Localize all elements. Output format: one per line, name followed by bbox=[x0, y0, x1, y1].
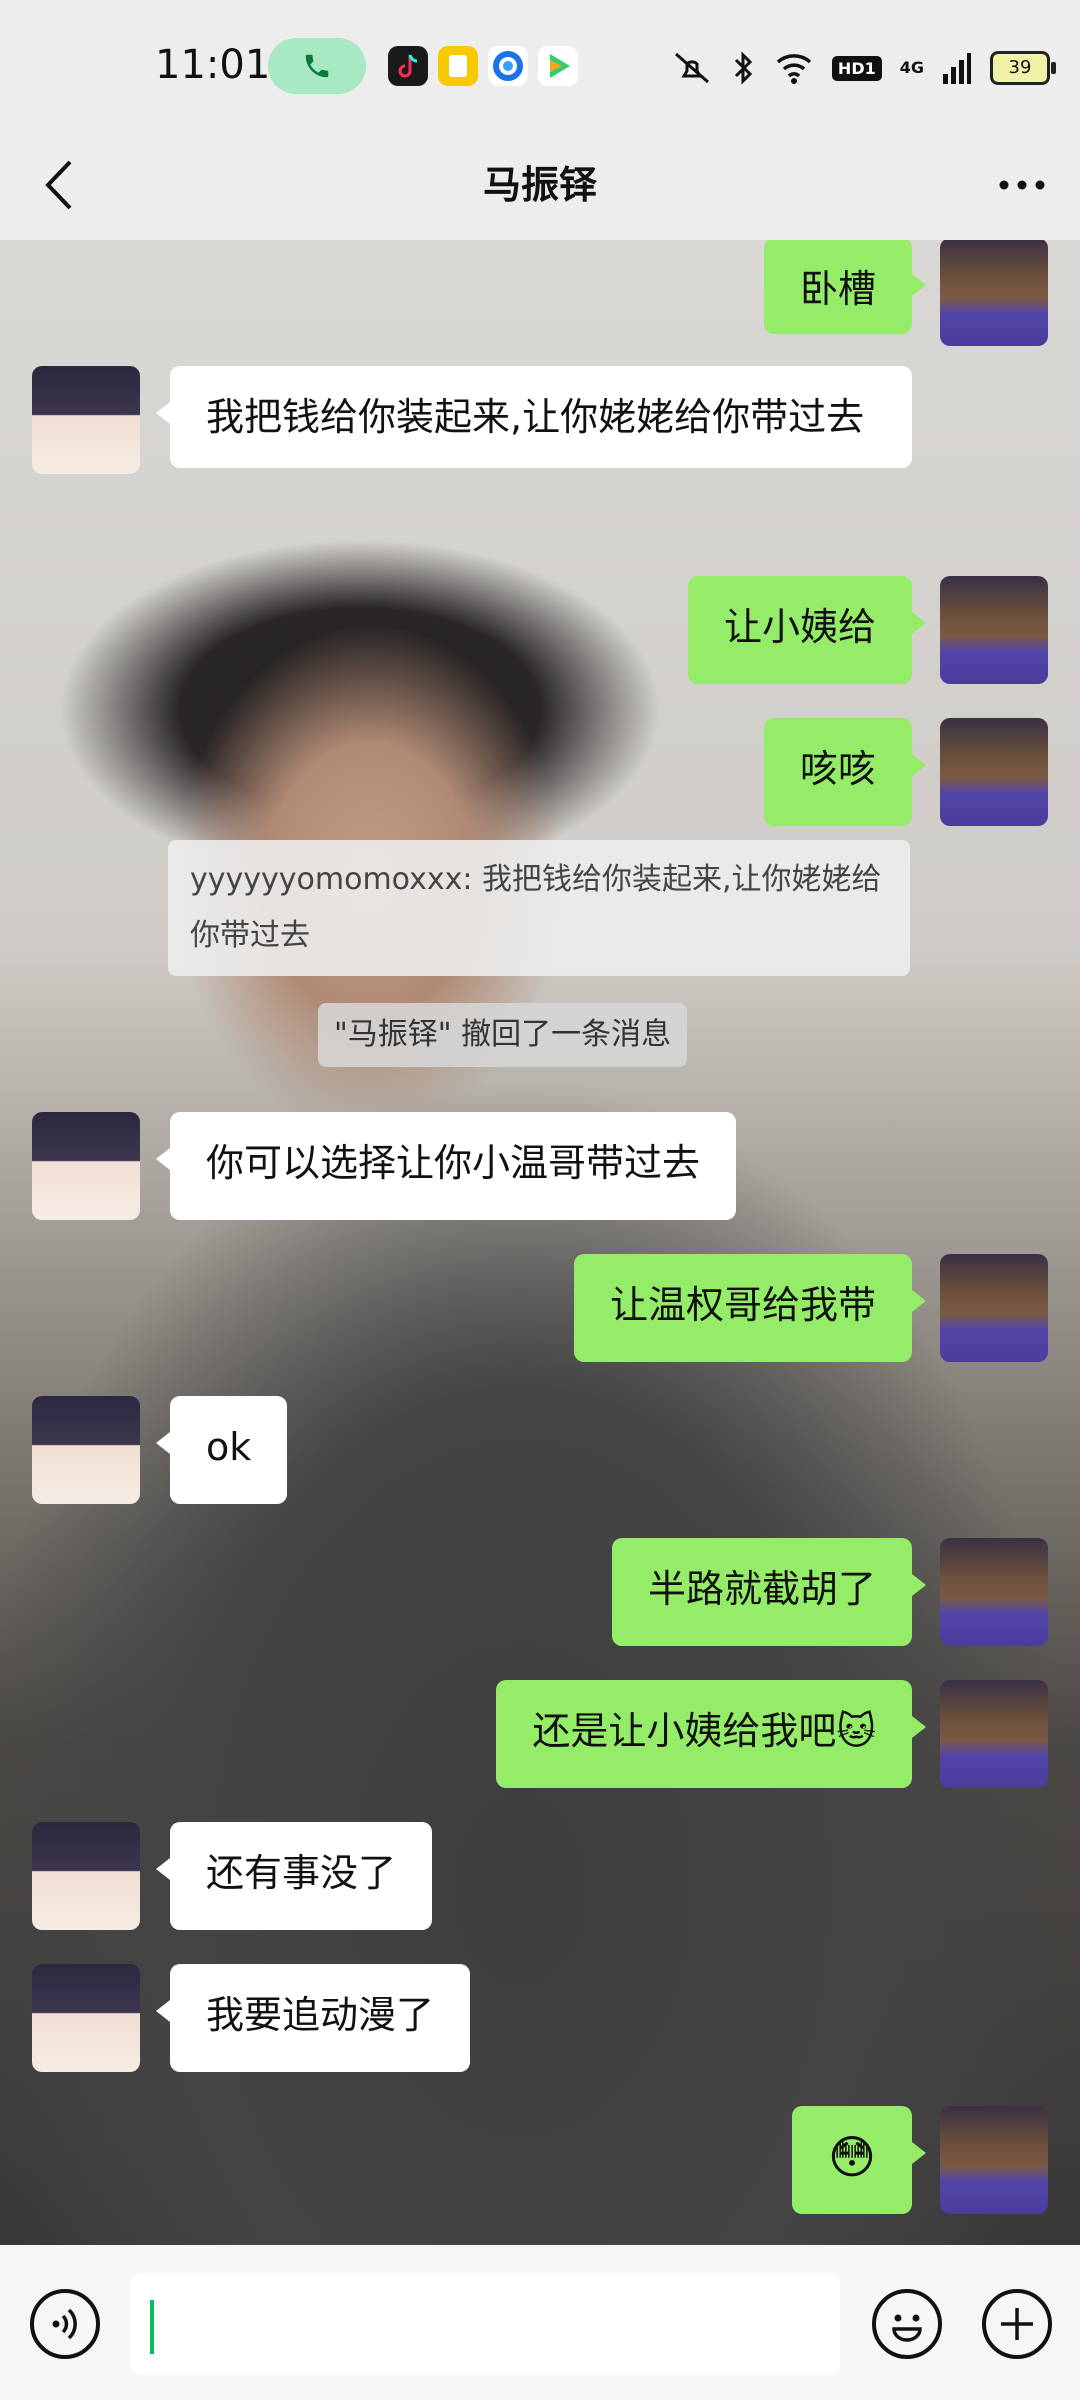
my-avatar[interactable] bbox=[940, 1254, 1048, 1362]
my-avatar[interactable] bbox=[940, 240, 1048, 346]
emoji-button[interactable] bbox=[872, 2289, 942, 2359]
message-bubble-sent[interactable]: 😳 bbox=[792, 2106, 926, 2214]
contact-avatar[interactable] bbox=[32, 1822, 140, 1930]
text-cursor bbox=[150, 2300, 154, 2354]
video-app-icon bbox=[538, 46, 578, 86]
hd-voice-badge: HD1 bbox=[831, 55, 882, 81]
chat-title: 马振铎 bbox=[482, 163, 597, 207]
message-bubble-received[interactable]: 你可以选择让你小温哥带过去 bbox=[155, 1112, 737, 1220]
phone-icon bbox=[305, 54, 329, 78]
quoted-message[interactable]: yyyyyyomomoxxx: 我把钱给你装起来,让你姥姥给你带过去 bbox=[168, 840, 910, 976]
emoji-icon bbox=[892, 2314, 922, 2342]
message-bubble-sent[interactable]: 卧槽 bbox=[763, 240, 927, 334]
message-bubble-received[interactable]: ok bbox=[155, 1396, 288, 1504]
message-bubble-sent[interactable]: 让小姨给 bbox=[687, 576, 927, 684]
message-bubble-received[interactable]: 我要追动漫了 bbox=[155, 1964, 471, 2072]
wifi-icon bbox=[776, 54, 812, 84]
ongoing-call-pill[interactable] bbox=[268, 38, 366, 94]
clock: 11:01 bbox=[155, 42, 271, 88]
message-bubble-received[interactable]: 还有事没了 bbox=[155, 1822, 433, 1930]
contact-avatar[interactable] bbox=[32, 1396, 140, 1504]
message-bubble-sent[interactable]: 还是让小姨给我吧🐱 bbox=[496, 1680, 926, 1788]
voice-button[interactable] bbox=[30, 2289, 100, 2359]
more-dots-icon bbox=[999, 180, 1045, 190]
message-bubble-sent[interactable]: 半路就截胡了 bbox=[611, 1538, 927, 1646]
plus-button[interactable] bbox=[982, 2289, 1052, 2359]
system-status-icons: HD1 4G 39 bbox=[670, 44, 1056, 92]
my-avatar[interactable] bbox=[940, 1538, 1048, 1646]
network-type: 4G bbox=[899, 58, 924, 77]
chat-message-list[interactable]: 卧槽 我把钱给你装起来,让你姥姥给你带过去 让小姨给 咳咳 yyyyyyomom… bbox=[0, 240, 1080, 2245]
browser-app-icon bbox=[488, 46, 528, 86]
message-input-bar bbox=[0, 2245, 1080, 2400]
contact-avatar[interactable] bbox=[32, 1964, 140, 2072]
bluetooth-icon bbox=[734, 51, 753, 85]
message-text: 还是让小姨给我吧 bbox=[532, 1709, 837, 1753]
my-avatar[interactable] bbox=[940, 576, 1048, 684]
recall-notice: "马振铎" 撤回了一条消息 bbox=[318, 1003, 688, 1067]
silent-icon bbox=[674, 52, 709, 84]
chat-header: 马振铎 bbox=[0, 130, 1080, 240]
signal-icon bbox=[943, 53, 971, 84]
plus-icon bbox=[1001, 2308, 1033, 2340]
message-bubble-sent[interactable]: 咳咳 bbox=[763, 718, 927, 826]
status-bar: 11:01 HD1 4G 39 bbox=[0, 0, 1080, 130]
message-input[interactable] bbox=[130, 2273, 840, 2375]
notes-app-icon bbox=[438, 46, 478, 86]
contact-avatar[interactable] bbox=[32, 1112, 140, 1220]
my-avatar[interactable] bbox=[940, 1680, 1048, 1788]
tiktok-app-icon bbox=[388, 46, 428, 86]
my-avatar[interactable] bbox=[940, 2106, 1048, 2214]
battery-indicator: 39 bbox=[990, 51, 1056, 85]
message-bubble-received[interactable]: 我把钱给你装起来,让你姥姥给你带过去 bbox=[156, 366, 912, 468]
more-button[interactable] bbox=[992, 160, 1052, 210]
cat-emoji: 🐱 bbox=[836, 1709, 876, 1753]
my-avatar[interactable] bbox=[940, 718, 1048, 826]
voice-icon bbox=[52, 2308, 77, 2340]
contact-avatar[interactable] bbox=[32, 366, 140, 474]
message-bubble-sent[interactable]: 让温权哥给我带 bbox=[573, 1254, 927, 1362]
